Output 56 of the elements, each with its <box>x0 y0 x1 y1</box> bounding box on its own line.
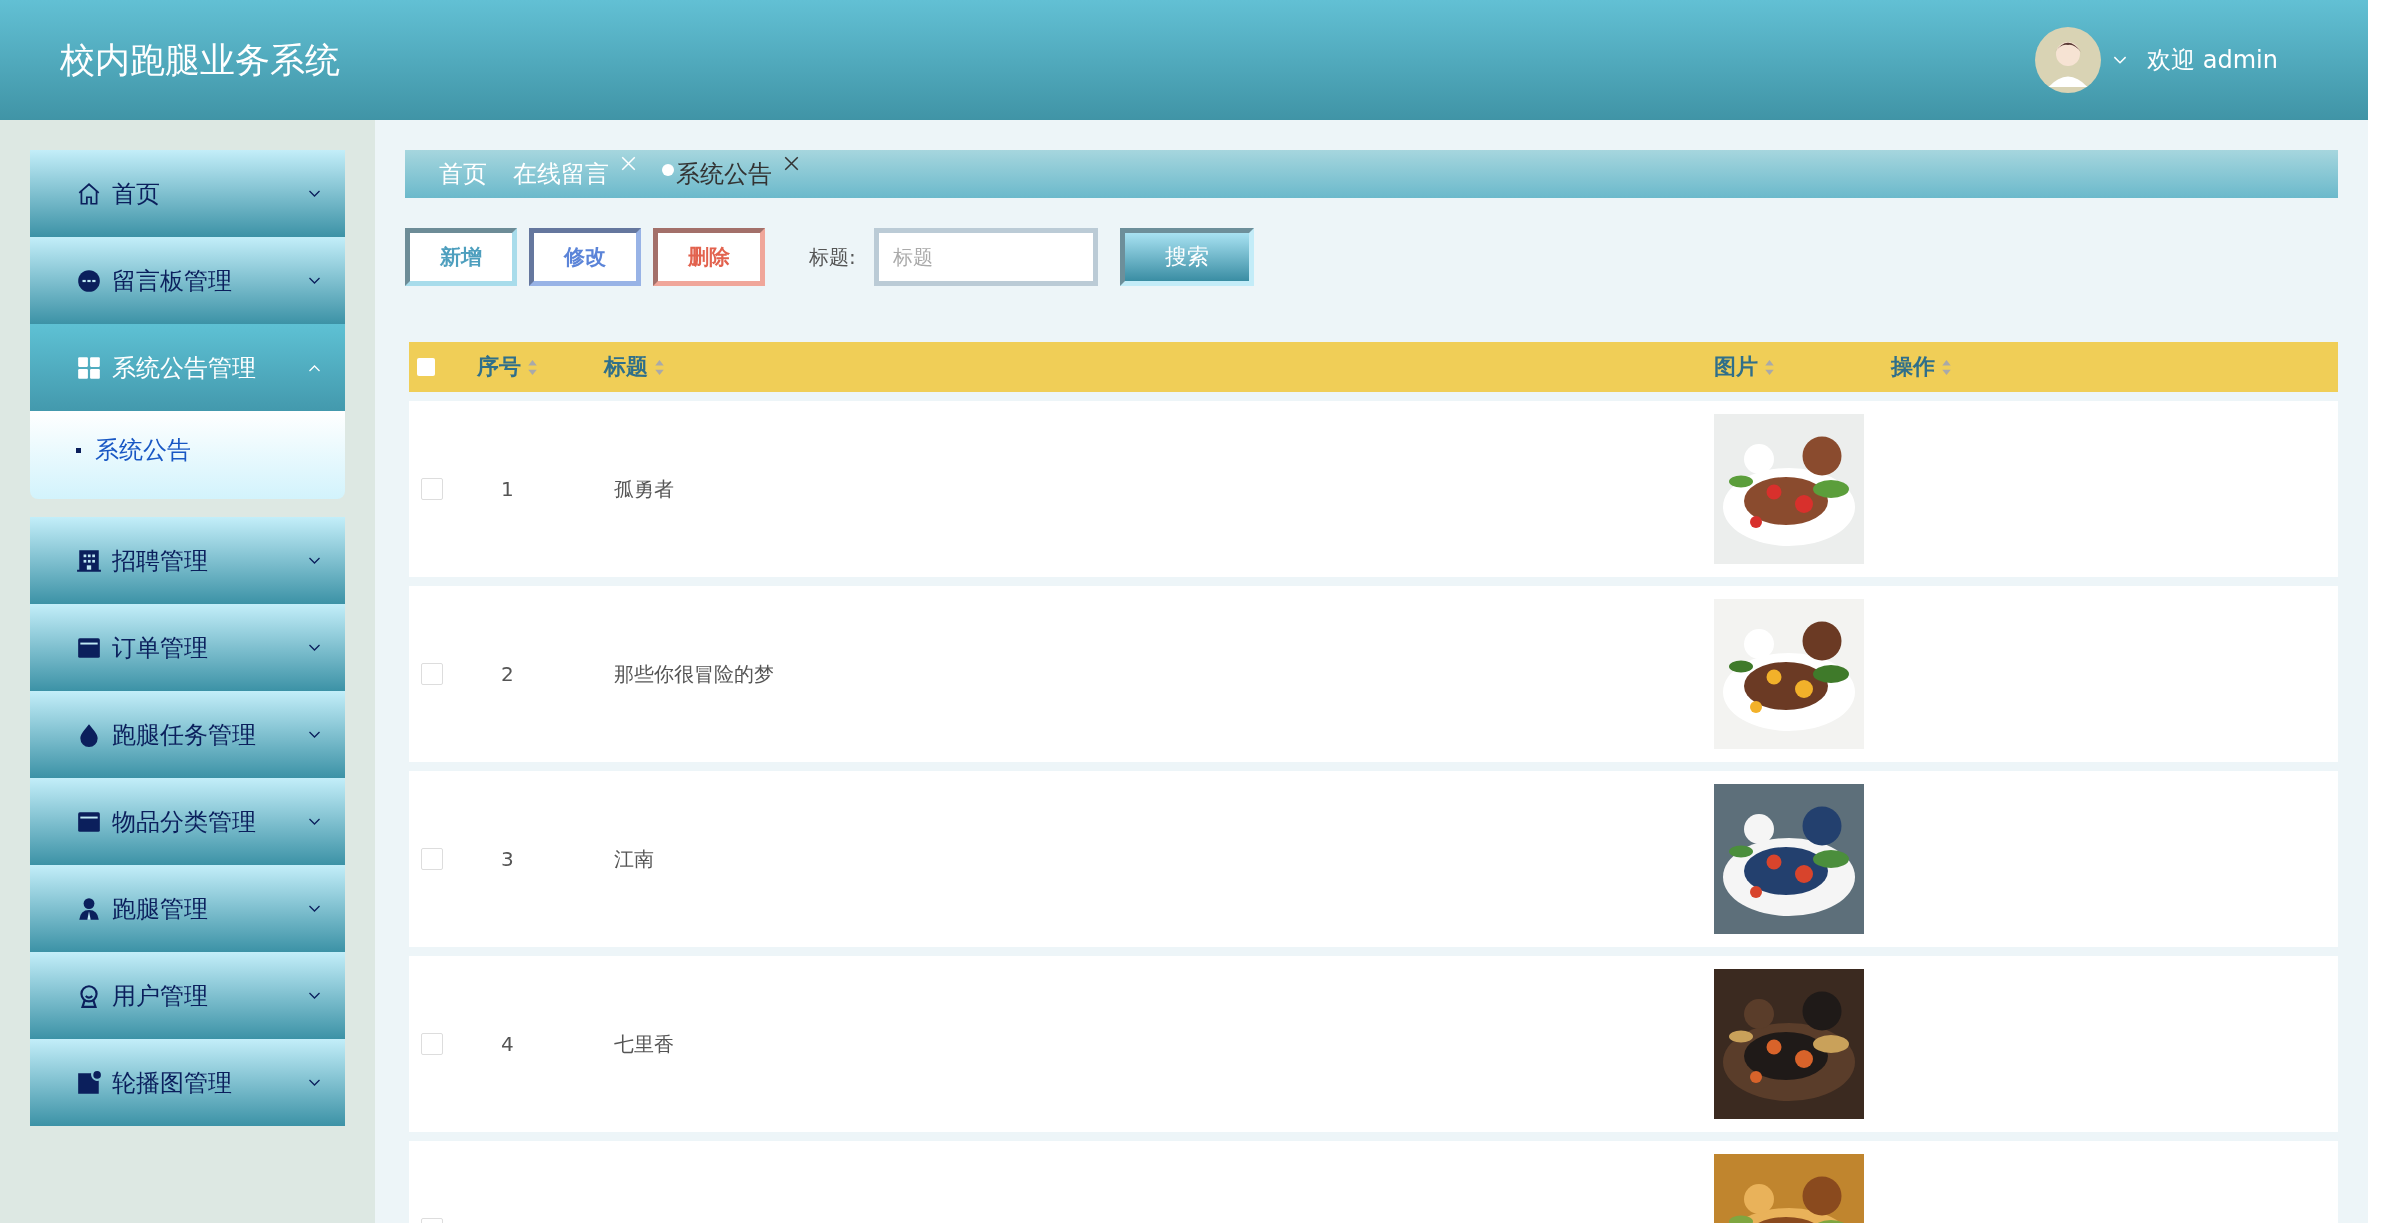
note-icon <box>76 1069 102 1096</box>
chevron-icon <box>308 643 321 652</box>
chevron-icon <box>308 991 321 1000</box>
menu-item[interactable]: 留言板管理 <box>30 237 345 324</box>
grid-icon <box>76 354 102 381</box>
row-checkbox[interactable] <box>421 478 443 500</box>
search-label: 标题: <box>809 243 856 271</box>
submenu-item[interactable]: 系统公告 <box>30 434 345 466</box>
column-header[interactable]: 标题 <box>604 352 648 382</box>
search-field[interactable]: 标题 <box>873 228 1098 286</box>
person-icon <box>76 895 102 922</box>
select-all-checkbox[interactable] <box>417 358 435 376</box>
chevron-icon <box>308 363 321 372</box>
chevron-icon <box>308 904 321 913</box>
app-title: 校内跑腿业务系统 <box>60 38 340 82</box>
menu-item[interactable]: 物品分类管理 <box>30 778 345 865</box>
tab[interactable]: 系统公告 <box>662 158 799 190</box>
chevron-icon <box>308 817 321 826</box>
table-cell: 江南 <box>614 846 654 871</box>
chevron-icon <box>308 276 321 285</box>
menu-item[interactable]: 首页 <box>30 150 345 237</box>
table-cell: 4 <box>501 1032 514 1056</box>
building-icon <box>76 547 102 574</box>
avatar-icon[interactable] <box>2035 27 2102 93</box>
caret-icon[interactable] <box>2113 55 2128 65</box>
chevron-icon <box>308 189 321 198</box>
table-cell: 2 <box>501 662 514 686</box>
menu-item[interactable]: 订单管理 <box>30 604 345 691</box>
row-checkbox[interactable] <box>421 848 443 870</box>
menu-item[interactable]: 用户管理 <box>30 952 345 1039</box>
close-icon[interactable] <box>784 156 799 171</box>
sort-icon[interactable] <box>654 358 665 376</box>
row-checkbox[interactable] <box>421 1033 443 1055</box>
column-header[interactable]: 操作 <box>1891 352 1935 382</box>
table-cell: 3 <box>501 847 514 871</box>
sort-icon[interactable] <box>527 358 538 376</box>
table-cell: 那些你很冒险的梦 <box>614 661 774 686</box>
chevron-icon <box>308 556 321 565</box>
menu-item[interactable]: 轮播图管理 <box>30 1039 345 1126</box>
table-cell: 七里香 <box>614 1031 674 1056</box>
menu-item[interactable]: 跑腿任务管理 <box>30 691 345 778</box>
table-cell: 1 <box>501 477 514 501</box>
chevron-icon <box>308 1078 321 1087</box>
delete-button[interactable]: 删除 <box>653 228 765 286</box>
table-cell: 孤勇者 <box>614 476 674 501</box>
column-header[interactable]: 图片 <box>1714 352 1758 382</box>
menu-item[interactable]: 跑腿管理 <box>30 865 345 952</box>
sort-icon[interactable] <box>1764 358 1775 376</box>
welcome-text: 欢迎 admin <box>2147 45 2278 76</box>
menu-item[interactable]: 招聘管理 <box>30 517 345 604</box>
chevron-icon <box>308 730 321 739</box>
column-header[interactable]: 序号 <box>477 352 521 382</box>
sort-icon[interactable] <box>1941 358 1952 376</box>
chat-icon <box>76 267 102 294</box>
row-checkbox[interactable] <box>421 663 443 685</box>
edit-button[interactable]: 修改 <box>529 228 641 286</box>
